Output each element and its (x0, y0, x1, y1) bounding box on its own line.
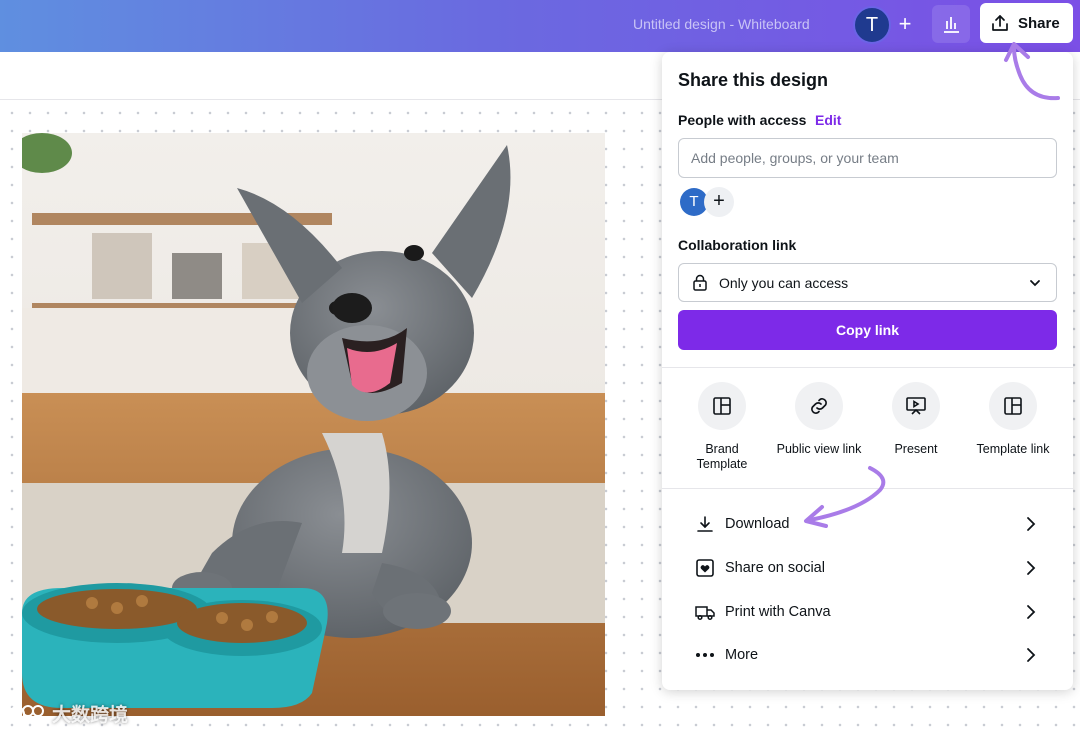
link-access-value: Only you can access (719, 274, 849, 291)
design-title[interactable]: Untitled design - Whiteboard (633, 16, 810, 32)
option-template-link[interactable]: Template link (963, 382, 1063, 457)
option-brand-template[interactable]: Brand Template (672, 382, 772, 472)
user-avatar[interactable]: T (853, 6, 891, 44)
watermark: 大数跨境 (8, 700, 128, 727)
divider (662, 367, 1073, 368)
action-label: Download (725, 516, 790, 532)
chevron-right-icon (1027, 561, 1036, 575)
action-label: More (725, 647, 759, 663)
lock-icon (693, 274, 707, 291)
add-member-button[interactable]: + (704, 187, 734, 217)
add-collaborator-button[interactable]: + (893, 10, 917, 38)
chevron-right-icon (1027, 648, 1036, 662)
people-access-label: People with access (678, 112, 807, 128)
present-icon (906, 397, 926, 415)
puppy-image (22, 133, 605, 716)
option-label: Public view link (776, 442, 862, 456)
option-label: Present (894, 442, 938, 456)
watermark-logo-icon (9, 704, 44, 722)
add-people-input[interactable]: Add people, groups, or your team (678, 138, 1057, 178)
action-more[interactable]: More (662, 635, 1073, 675)
puppy-photo[interactable] (22, 133, 605, 716)
divider (662, 488, 1073, 489)
action-label: Share on social (725, 560, 825, 576)
chevron-right-icon (1027, 605, 1036, 619)
action-share-on-social[interactable]: Share on social (662, 548, 1073, 588)
chevron-right-icon (1027, 517, 1036, 531)
template-icon (1004, 397, 1022, 415)
watermark-text: 大数跨境 (52, 705, 129, 726)
action-print-with-canva[interactable]: Print with Canva (662, 592, 1073, 632)
bar-chart-icon (944, 17, 959, 33)
option-label: Template link (976, 442, 1050, 456)
copy-link-button[interactable]: Copy link (678, 310, 1057, 350)
link-access-select[interactable]: Only you can access (678, 263, 1057, 302)
top-bar: Untitled design - Whiteboard T + Share (0, 0, 1080, 52)
link-icon (811, 398, 827, 414)
share-label: Share (1018, 14, 1060, 32)
option-public-view-link[interactable]: Public view link (769, 382, 869, 457)
edit-access-link[interactable]: Edit (815, 112, 841, 128)
option-present[interactable]: Present (866, 382, 966, 457)
heart-icon (696, 559, 714, 577)
insights-button[interactable] (932, 5, 970, 43)
chevron-down-icon (1030, 280, 1040, 287)
download-icon (697, 516, 713, 532)
action-download[interactable]: Download (662, 504, 1073, 544)
share-panel-title: Share this design (678, 70, 829, 90)
more-icon (696, 653, 714, 657)
action-label: Print with Canva (725, 604, 831, 620)
truck-icon (695, 606, 715, 621)
share-panel: Share this design People with access Edi… (662, 52, 1073, 690)
collaboration-link-label: Collaboration link (678, 237, 797, 253)
option-label: Brand Template (696, 442, 748, 471)
share-button[interactable]: Share (980, 3, 1073, 43)
upload-icon (992, 15, 1008, 31)
template-icon (713, 397, 731, 415)
